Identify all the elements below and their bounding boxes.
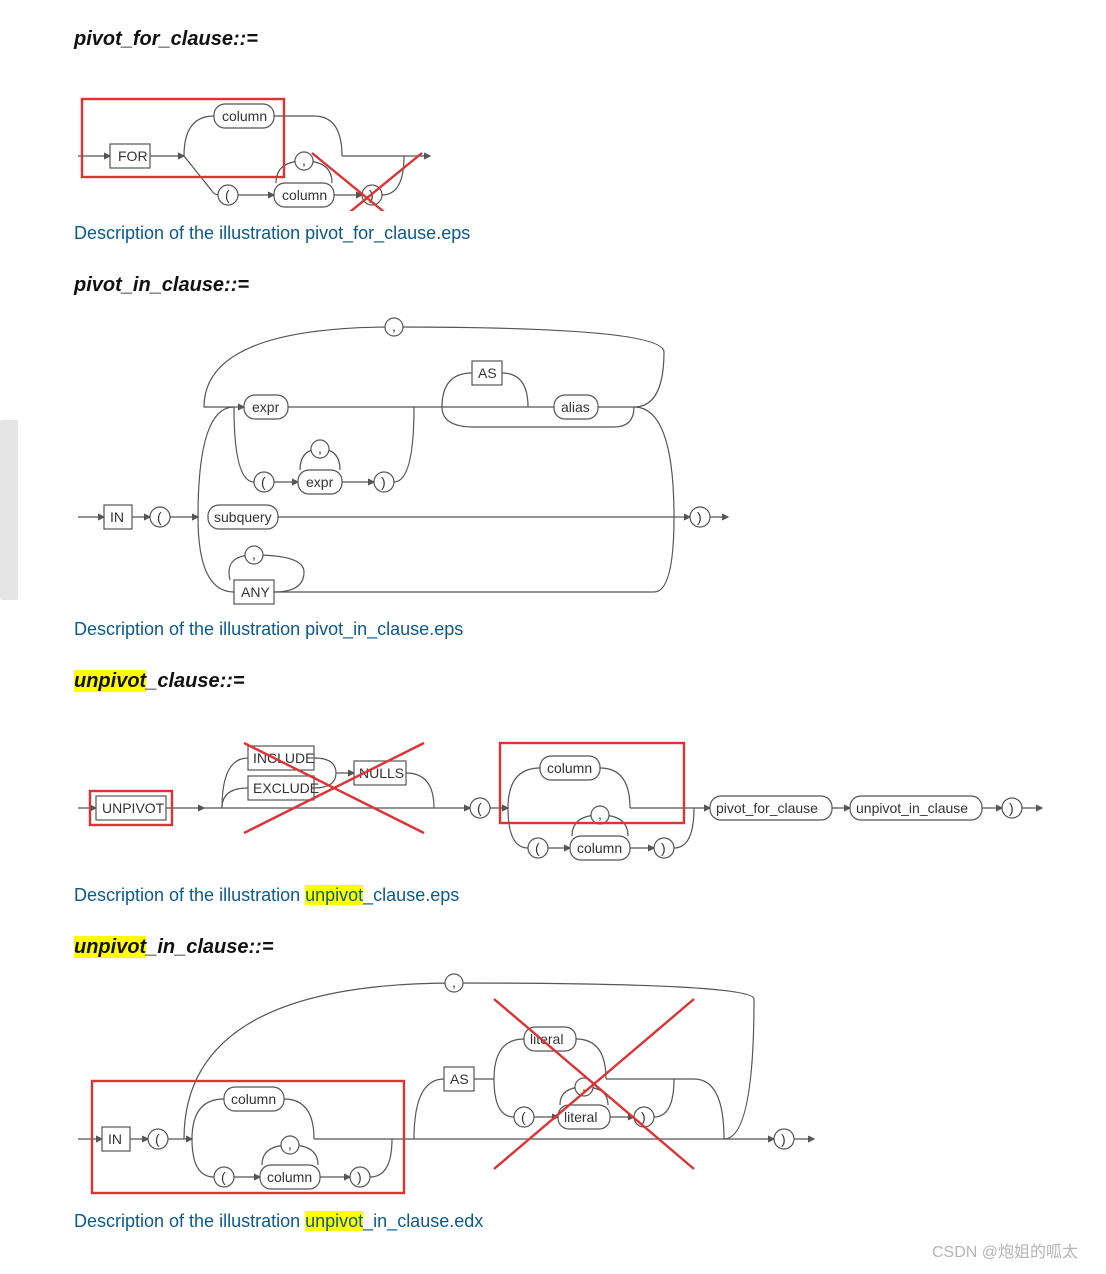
link-desc-pivot-in-clause[interactable]: Description of the illustration pivot_in…: [74, 619, 463, 640]
svg-text:(: (: [521, 1109, 526, 1125]
svg-text:EXCLUDE: EXCLUDE: [253, 780, 319, 796]
svg-text:,: ,: [288, 1136, 292, 1152]
svg-text:alias: alias: [561, 399, 590, 415]
scrollbar-shadow: [0, 420, 18, 600]
svg-text:AS: AS: [478, 365, 497, 381]
svg-text:column: column: [547, 760, 592, 776]
svg-text:,: ,: [452, 974, 456, 990]
svg-text:literal: literal: [564, 1109, 597, 1125]
svg-text:(: (: [535, 840, 540, 856]
svg-text:column: column: [577, 840, 622, 856]
svg-text:): ): [381, 474, 386, 490]
svg-text:column: column: [231, 1091, 276, 1107]
svg-text:expr: expr: [306, 474, 334, 490]
svg-text:,: ,: [252, 546, 256, 562]
heading-unpivot-clause: unpivot_clause::=: [74, 670, 1086, 693]
svg-text:column: column: [222, 108, 267, 124]
svg-text:ANY: ANY: [241, 584, 270, 600]
link-desc-pivot-for-clause[interactable]: Description of the illustration pivot_fo…: [74, 223, 470, 244]
svg-text:expr: expr: [252, 399, 280, 415]
svg-text:unpivot_in_clause: unpivot_in_clause: [856, 800, 968, 816]
svg-text:,: ,: [392, 318, 396, 334]
svg-text:(: (: [261, 474, 266, 490]
diagram-pivot-for-clause: FOR column ( column , ): [74, 61, 1086, 211]
diagram-pivot-in-clause: IN ( expr ( expr , ): [74, 307, 1086, 607]
diagram-unpivot-clause: UNPIVOT INCLUDE EXCLUDE NULLS ( column: [74, 703, 1086, 873]
link-desc-unpivot-clause[interactable]: Description of the illustration unpivot_…: [74, 885, 459, 906]
link-desc-unpivot-in-clause[interactable]: Description of the illustration unpivot_…: [74, 1211, 483, 1232]
svg-text:(: (: [225, 187, 230, 203]
svg-text:(: (: [477, 800, 482, 816]
svg-text:): ): [781, 1131, 786, 1147]
heading-pivot-for-clause: pivot_for_clause::=: [74, 28, 1086, 51]
svg-text:): ): [661, 840, 666, 856]
svg-text:column: column: [267, 1169, 312, 1185]
svg-text:IN: IN: [108, 1131, 122, 1147]
svg-text:subquery: subquery: [214, 509, 272, 525]
svg-text:,: ,: [318, 440, 322, 456]
watermark: CSDN @炮姐的呱太: [932, 1238, 1078, 1262]
svg-text:): ): [641, 1109, 646, 1125]
heading-unpivot-in-clause: unpivot_in_clause::=: [74, 936, 1086, 959]
svg-text:(: (: [221, 1169, 226, 1185]
svg-text:(: (: [155, 1131, 160, 1147]
svg-text:,: ,: [598, 806, 602, 822]
svg-text:IN: IN: [110, 509, 124, 525]
heading-pivot-in-clause: pivot_in_clause::=: [74, 274, 1086, 297]
svg-text:): ): [1009, 800, 1014, 816]
svg-text:UNPIVOT: UNPIVOT: [102, 800, 165, 816]
svg-text:): ): [697, 509, 702, 525]
svg-text:AS: AS: [450, 1071, 469, 1087]
svg-text:,: ,: [302, 152, 306, 168]
svg-text:(: (: [157, 509, 162, 525]
svg-text:FOR: FOR: [118, 148, 148, 164]
svg-text:pivot_for_clause: pivot_for_clause: [716, 800, 818, 816]
svg-text:column: column: [282, 187, 327, 203]
svg-text:): ): [357, 1169, 362, 1185]
diagram-unpivot-in-clause: IN ( column ( column , ): [74, 969, 1086, 1199]
